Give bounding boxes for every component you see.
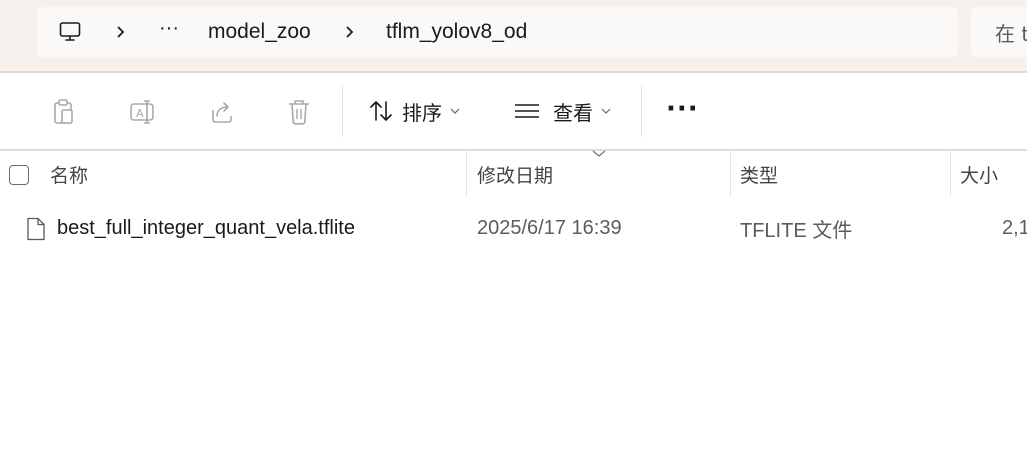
- toolbar-separator: [641, 85, 642, 137]
- share-icon[interactable]: [207, 97, 237, 127]
- file-name[interactable]: best_full_integer_quant_vela.tflite: [57, 205, 355, 251]
- delete-icon[interactable]: [284, 97, 314, 127]
- view-label: 查看: [553, 100, 593, 125]
- chevron-right-icon[interactable]: [115, 22, 127, 42]
- search-box[interactable]: 在 t: [971, 7, 1027, 57]
- sort-button[interactable]: 排序: [368, 91, 460, 131]
- view-icon: [515, 104, 539, 118]
- file-date: 2025/6/17 16:39: [477, 216, 622, 239]
- column-divider[interactable]: [466, 151, 467, 197]
- sort-icon: [370, 101, 392, 121]
- toolbar-separator: [342, 85, 343, 137]
- command-bar: A 排序 查看 ···: [0, 73, 1027, 149]
- column-header-size[interactable]: 大小: [960, 151, 998, 197]
- address-bar-region: ··· model_zoo tflm_yolov8_od 在 t: [0, 0, 1027, 72]
- chevron-down-icon: [450, 108, 460, 114]
- paste-icon[interactable]: [49, 97, 79, 127]
- chevron-right-icon[interactable]: [344, 22, 356, 42]
- column-header-date[interactable]: 修改日期: [477, 151, 553, 197]
- breadcrumb-overflow[interactable]: ···: [159, 3, 179, 53]
- this-pc-icon[interactable]: [58, 20, 82, 44]
- file-size: 2,1: [1002, 216, 1027, 239]
- view-button[interactable]: 查看: [513, 91, 611, 131]
- chevron-down-icon: [601, 108, 611, 114]
- select-all-checkbox[interactable]: [9, 165, 29, 185]
- column-header-row: 名称 修改日期 类型 大小: [0, 151, 1027, 197]
- file-type: TFLITE 文件: [740, 219, 853, 242]
- address-bar[interactable]: ··· model_zoo tflm_yolov8_od: [37, 7, 958, 57]
- file-icon: [27, 217, 45, 241]
- column-header-name[interactable]: 名称: [50, 151, 88, 197]
- file-row[interactable]: best_full_integer_quant_vela.tflite 2025…: [0, 205, 1027, 251]
- column-divider[interactable]: [950, 151, 951, 197]
- svg-text:A: A: [136, 107, 144, 120]
- column-header-type[interactable]: 类型: [740, 151, 778, 197]
- rename-icon[interactable]: A: [128, 97, 158, 127]
- breadcrumb-model-zoo[interactable]: model_zoo: [208, 7, 311, 57]
- breadcrumb-tflm-yolov8-od[interactable]: tflm_yolov8_od: [386, 7, 527, 57]
- column-divider[interactable]: [730, 151, 731, 197]
- more-options-button[interactable]: ···: [666, 89, 699, 129]
- sort-label: 排序: [402, 100, 442, 125]
